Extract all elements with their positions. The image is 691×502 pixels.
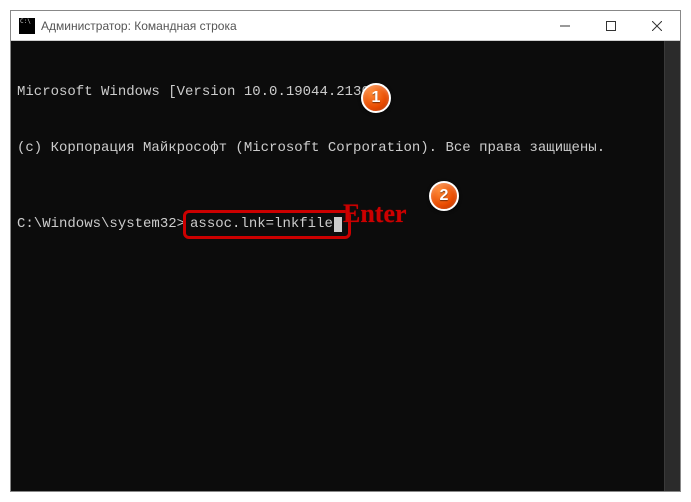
cmd-icon — [19, 18, 35, 34]
maximize-icon — [606, 21, 616, 31]
annotation-badge-2: 2 — [429, 181, 459, 211]
close-icon — [652, 21, 662, 31]
window-controls — [542, 11, 680, 40]
window-title: Администратор: Командная строка — [41, 19, 542, 33]
scrollbar[interactable] — [664, 41, 680, 491]
terminal-area[interactable]: Microsoft Windows [Version 10.0.19044.21… — [11, 41, 680, 491]
titlebar: Администратор: Командная строка — [11, 11, 680, 41]
minimize-button[interactable] — [542, 11, 588, 40]
prompt-text: C:\Windows\system32> — [17, 215, 185, 234]
command-highlight-box: assoc.lnk=lnkfile — [183, 210, 351, 239]
close-button[interactable] — [634, 11, 680, 40]
cursor — [334, 217, 342, 232]
cmd-window: Администратор: Командная строка Microsof… — [10, 10, 681, 492]
annotation-badge-1: 1 — [361, 83, 391, 113]
command-text: assoc.lnk=lnkfile — [190, 216, 333, 232]
maximize-button[interactable] — [588, 11, 634, 40]
copyright-line: (c) Корпорация Майкрософт (Microsoft Cor… — [17, 139, 674, 158]
version-line: Microsoft Windows [Version 10.0.19044.21… — [17, 83, 674, 102]
enter-annotation: Enter — [343, 196, 407, 231]
minimize-icon — [560, 21, 570, 31]
